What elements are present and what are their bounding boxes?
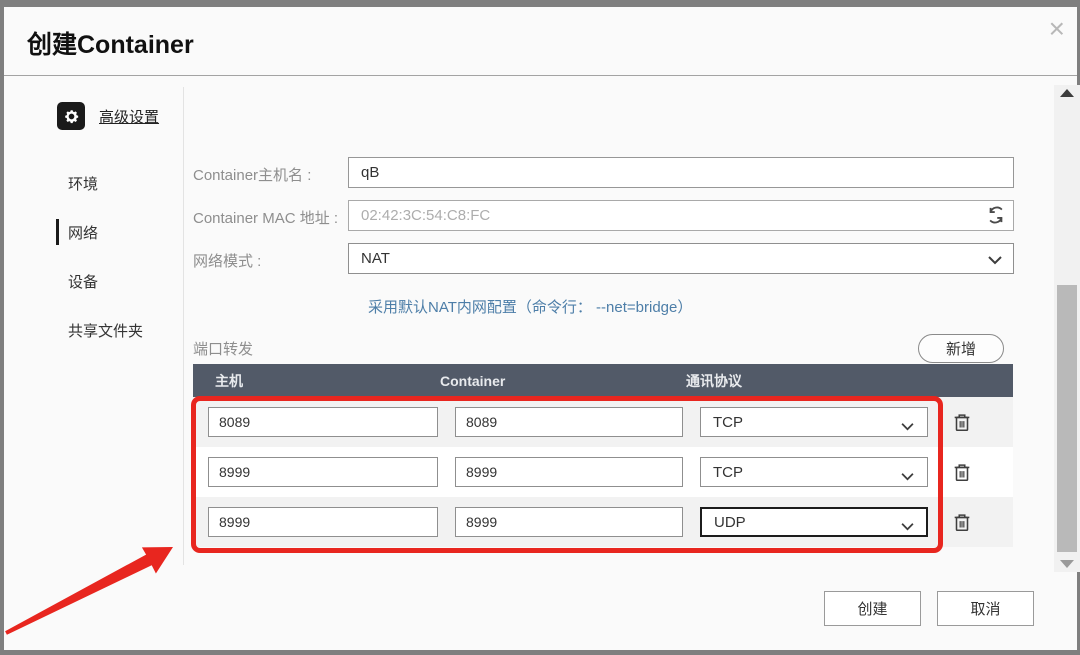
- protocol-select[interactable]: TCP: [700, 407, 928, 437]
- protocol-select[interactable]: UDP: [700, 507, 928, 537]
- scroll-up-icon[interactable]: [1060, 89, 1074, 97]
- container-port-input[interactable]: [455, 407, 683, 437]
- network-mode-label: 网络模式 :: [193, 250, 261, 271]
- network-mode-select[interactable]: NAT: [348, 243, 1014, 274]
- create-button[interactable]: 创建: [824, 591, 921, 626]
- scrollbar-thumb[interactable]: [1057, 285, 1077, 552]
- mac-input[interactable]: [348, 200, 1014, 231]
- header-host: 主机: [193, 371, 440, 391]
- scroll-down-icon[interactable]: [1060, 560, 1074, 568]
- host-port-input[interactable]: [208, 457, 438, 487]
- protocol-select[interactable]: TCP: [700, 457, 928, 487]
- create-container-dialog: 创建Container × 高级设置 环境 网络 设备 共享文件夹 Contai…: [4, 7, 1077, 650]
- sidebar-item-environment[interactable]: 环境: [68, 173, 98, 194]
- add-port-button[interactable]: 新增: [918, 334, 1004, 363]
- port-forwarding-table: 主机 Container 通讯协议 TCP: [193, 364, 1013, 547]
- host-port-input[interactable]: [208, 507, 438, 537]
- advanced-settings-link[interactable]: 高级设置: [57, 102, 159, 130]
- header-protocol: 通讯协议: [686, 371, 1013, 391]
- advanced-settings-label: 高级设置: [99, 106, 159, 127]
- delete-row-icon[interactable]: [951, 411, 973, 433]
- delete-row-icon[interactable]: [951, 461, 973, 483]
- table-row: TCP: [193, 397, 1013, 447]
- hostname-input[interactable]: [348, 157, 1014, 188]
- container-port-input[interactable]: [455, 457, 683, 487]
- port-forwarding-label: 端口转发: [193, 338, 253, 359]
- header-container: Container: [440, 373, 686, 389]
- mac-label: Container MAC 地址 :: [193, 207, 338, 228]
- close-icon[interactable]: ×: [1049, 15, 1065, 43]
- gear-icon: [57, 102, 85, 130]
- sidebar-item-network[interactable]: 网络: [68, 222, 98, 243]
- title-divider: [4, 75, 1077, 76]
- refresh-icon[interactable]: [986, 205, 1006, 230]
- container-port-input[interactable]: [455, 507, 683, 537]
- sidebar-divider: [183, 87, 184, 565]
- scrollbar[interactable]: [1054, 85, 1080, 572]
- active-item-marker: [56, 219, 59, 245]
- host-port-input[interactable]: [208, 407, 438, 437]
- sidebar-item-device[interactable]: 设备: [68, 271, 98, 292]
- cancel-button[interactable]: 取消: [937, 591, 1034, 626]
- table-header: 主机 Container 通讯协议: [193, 364, 1013, 397]
- dialog-title: 创建Container: [27, 25, 194, 61]
- table-row: TCP: [193, 447, 1013, 497]
- table-row: UDP: [193, 497, 1013, 547]
- screenshot-frame: 创建Container × 高级设置 环境 网络 设备 共享文件夹 Contai…: [0, 0, 1080, 655]
- hostname-label: Container主机名 :: [193, 164, 311, 185]
- sidebar-item-shared-folders[interactable]: 共享文件夹: [68, 320, 143, 341]
- delete-row-icon[interactable]: [951, 511, 973, 533]
- nat-hint-text: 采用默认NAT内网配置（命令行： --net=bridge）: [368, 296, 692, 317]
